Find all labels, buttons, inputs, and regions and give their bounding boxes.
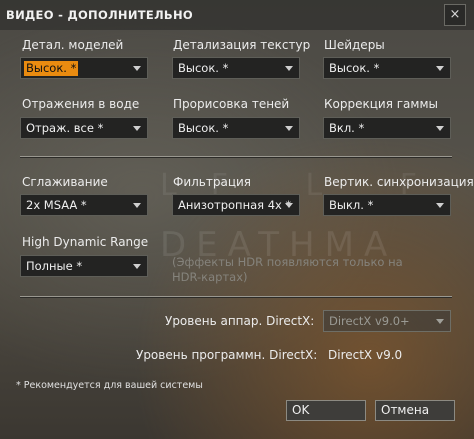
water-reflections-value: Отраж. все *: [26, 121, 104, 135]
water-reflections-dropdown[interactable]: Отраж. все *: [20, 117, 148, 139]
texture-detail-label: Детализация текстур: [173, 38, 311, 52]
hardware-directx-dropdown: DirectX v9.0+: [323, 310, 451, 332]
filtering-value: Анизотропная 4x *: [178, 198, 292, 212]
chevron-down-icon: [436, 126, 444, 131]
vsync-label: Вертик. синхронизация: [324, 175, 474, 189]
texture-detail-dropdown[interactable]: Высок. *: [172, 57, 300, 79]
shadow-detail-dropdown[interactable]: Высок. *: [172, 117, 300, 139]
hardware-directx-value: DirectX v9.0+: [329, 314, 410, 328]
separator: [20, 296, 452, 298]
gamma-correction-value: Вкл. *: [329, 121, 365, 135]
vsync-dropdown[interactable]: Выкл. *: [323, 194, 451, 216]
filtering-label: Фильтрация: [173, 175, 252, 189]
software-directx-value: DirectX v9.0: [328, 348, 403, 362]
gamma-correction-dropdown[interactable]: Вкл. *: [323, 117, 451, 139]
shaders-value: Высок. *: [329, 61, 380, 75]
shadow-detail-value: Высок. *: [178, 121, 229, 135]
close-icon: ×: [449, 7, 461, 22]
texture-detail-value: Высок. *: [178, 61, 229, 75]
antialiasing-label: Сглаживание: [22, 175, 108, 189]
window-title: ВИДЕО - ДОПОЛНИТЕЛЬНО: [6, 8, 193, 22]
cancel-button[interactable]: Отмена: [375, 400, 455, 421]
vsync-value: Выкл. *: [329, 198, 374, 212]
chevron-down-icon: [285, 66, 293, 71]
chevron-down-icon: [436, 66, 444, 71]
antialiasing-dropdown[interactable]: 2x MSAA *: [20, 194, 148, 216]
water-reflections-label: Отражения в воде: [22, 97, 140, 111]
chevron-down-icon: [436, 319, 444, 324]
hdr-value: Полные *: [26, 259, 83, 273]
chevron-down-icon: [133, 126, 141, 131]
shaders-dropdown[interactable]: Высок. *: [323, 57, 451, 79]
antialiasing-value: 2x MSAA *: [26, 198, 87, 212]
model-detail-label: Детал. моделей: [22, 38, 124, 52]
ok-button[interactable]: OK: [286, 400, 366, 421]
shaders-label: Шейдеры: [324, 38, 385, 52]
hdr-note: (Эффекты HDR появляются только на HDR-ка…: [172, 255, 403, 284]
chevron-down-icon: [285, 126, 293, 131]
model-detail-value: Высок. *: [24, 61, 79, 76]
chevron-down-icon: [436, 203, 444, 208]
chevron-down-icon: [133, 66, 141, 71]
chevron-down-icon: [133, 264, 141, 269]
hardware-directx-label: Уровень аппар. DirectX:: [165, 314, 315, 328]
chevron-down-icon: [285, 203, 293, 208]
model-detail-dropdown[interactable]: Высок. *: [20, 57, 148, 79]
filtering-dropdown[interactable]: Анизотропная 4x *: [172, 194, 300, 216]
recommendation-footnote: * Рекомендуется для вашей системы: [16, 380, 203, 391]
software-directx-label: Уровень программн. DirectX:: [136, 348, 318, 362]
close-button[interactable]: ×: [444, 4, 466, 26]
shadow-detail-label: Прорисовка теней: [173, 97, 290, 111]
gamma-correction-label: Коррекция гаммы: [324, 97, 438, 111]
hdr-label: High Dynamic Range: [22, 235, 149, 249]
hdr-dropdown[interactable]: Полные *: [20, 255, 148, 277]
title-bar: ВИДЕО - ДОПОЛНИТЕЛЬНО ×: [0, 0, 474, 30]
chevron-down-icon: [133, 203, 141, 208]
separator: [20, 156, 452, 158]
